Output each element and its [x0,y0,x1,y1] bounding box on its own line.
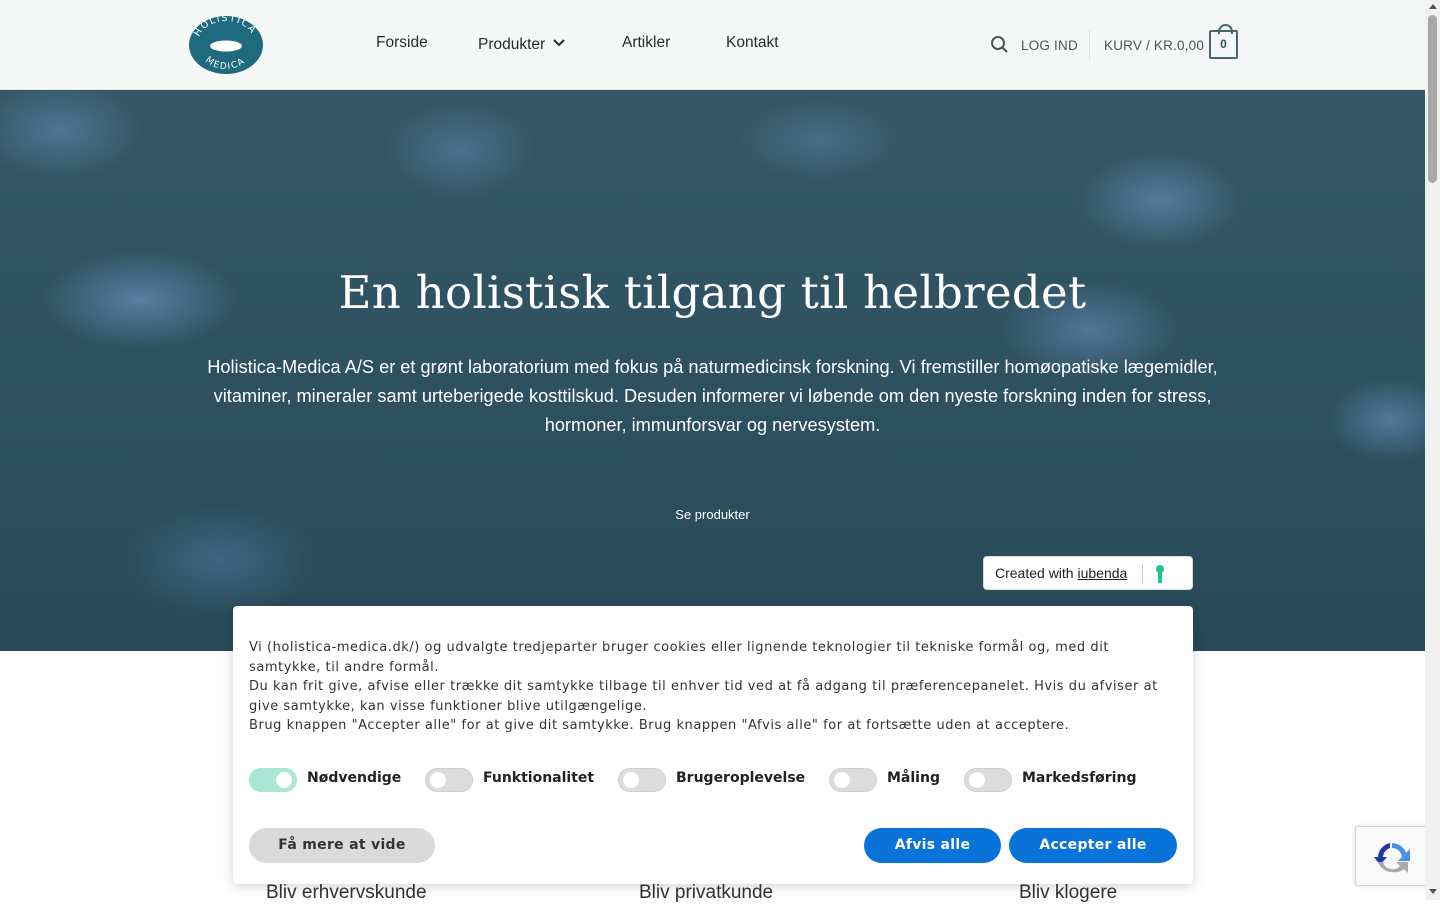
toggle-marketing-switch[interactable] [964,768,1012,792]
toggle-experience-label: Brugeroplevelse [676,770,806,786]
learn-more-button[interactable]: Få mere at vide [249,828,435,863]
iubenda-keyhole-icon [1154,564,1166,584]
iubenda-badge[interactable]: Created with iubenda [983,556,1193,590]
hero-text: Holistica-Medica A/S er et grønt laborat… [207,357,1218,435]
iubenda-link[interactable]: iubenda [1077,565,1127,581]
toggle-necessary-switch[interactable] [249,768,297,792]
card-learn-title[interactable]: Bliv klogere [1019,882,1117,904]
nav-forside[interactable]: Forside [376,34,428,52]
cookie-message-line-2: Du kan frit give, afvise eller trække di… [249,679,1158,714]
nav-produkter[interactable]: Produkter [478,34,565,54]
scroll-up-arrow-icon[interactable] [1429,4,1437,9]
toggle-experience-switch[interactable] [618,768,666,792]
holistica-medica-logo[interactable]: HOLISTICA MEDICA [189,13,263,74]
nav-artikler[interactable]: Artikler [622,34,670,52]
site-header: HOLISTICA MEDICA Forside Produkter Artik… [0,0,1425,90]
cart-icon[interactable]: 0 [1209,24,1238,59]
search-icon[interactable] [990,35,1010,55]
scroll-down-arrow-icon[interactable] [1429,889,1437,894]
accept-all-button[interactable]: Accepter alle [1009,828,1177,863]
cart-link[interactable]: KURV / KR.0,00 [1104,38,1204,53]
nav-produkter-label: Produkter [478,36,546,53]
nav-kontakt[interactable]: Kontakt [726,34,779,52]
cookie-message-line-1: Vi (holistica-medica.dk/) og udvalgte tr… [249,640,1109,675]
toggle-functionality-label: Funktionalitet [483,770,595,786]
login-link[interactable]: LOG IND [1021,38,1078,53]
toggle-necessary-label: Nødvendige [307,770,402,786]
see-products-button[interactable]: Se produkter [0,507,1425,522]
recaptcha-badge[interactable] [1355,826,1435,886]
toggle-functionality-switch[interactable] [425,768,473,792]
hero-title: En holistisk tilgang til helbredet [338,266,1087,319]
cookie-message-line-3: Brug knappen "Accepter alle" for at give… [249,718,1070,734]
iubenda-divider [1142,564,1143,584]
toggle-measurement-switch[interactable] [829,768,877,792]
card-private-title[interactable]: Bliv privatkunde [639,882,773,904]
iubenda-prefix: Created with [995,565,1078,581]
iubenda-text: Created with iubenda [995,565,1127,581]
toggle-measurement-label: Måling [887,770,940,786]
header-divider [1089,30,1090,60]
cookie-message: Vi (holistica-medica.dk/) og udvalgte tr… [249,638,1184,736]
cookie-consent-banner: Vi (holistica-medica.dk/) og udvalgte tr… [233,606,1193,884]
card-business-title[interactable]: Bliv erhvervskunde [266,882,427,904]
toggle-marketing-label: Markedsføring [1022,770,1137,786]
recaptcha-icon [1374,843,1410,873]
page-scrollbar[interactable] [1425,0,1440,900]
chevron-down-icon [553,34,565,52]
scrollbar-thumb[interactable] [1428,15,1437,183]
reject-all-button[interactable]: Afvis alle [864,828,1001,863]
hero-banner: En holistisk tilgang til helbredet Holis… [0,90,1425,651]
